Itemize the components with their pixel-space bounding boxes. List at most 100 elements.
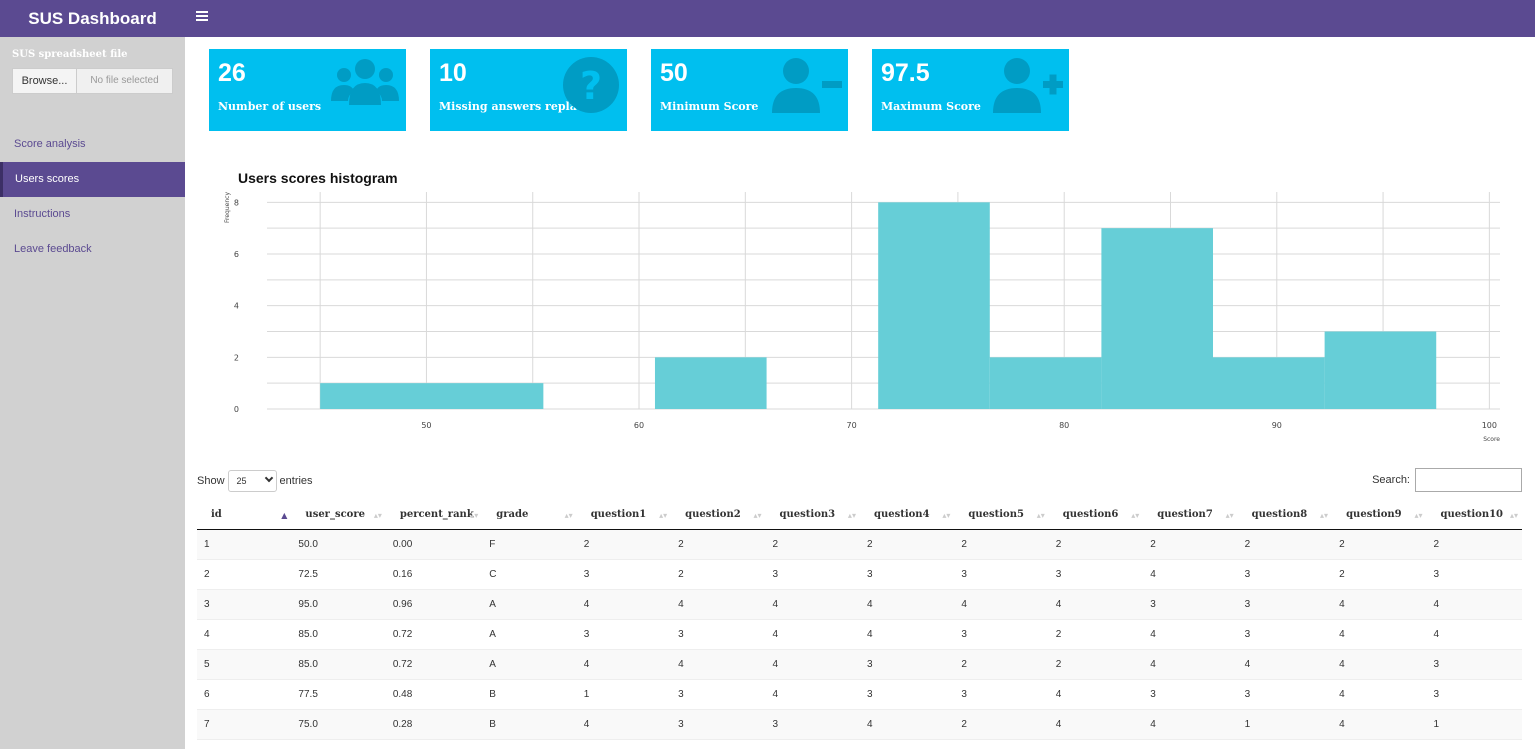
table-cell-question7: 3 [1143,679,1238,710]
table-cell-question8: 1 [1237,709,1333,740]
y-tick-label: 6 [234,250,239,259]
table-cell-question8: 4 [1237,649,1333,680]
page-length-select[interactable]: 25 [227,470,277,492]
x-tick-label: 60 [634,421,644,430]
table-cell-question7: 4 [1143,619,1238,650]
column-header-question3[interactable]: question3 ▴▾ [765,501,860,530]
column-header-question6[interactable]: question6 ▴▾ [1048,501,1144,530]
histogram-bar [1101,228,1214,409]
table-cell-user_score: 95.0 [291,589,386,620]
table-cell-question10: 3 [1426,559,1522,590]
table-cell-question5: 2 [954,529,1049,560]
table-cell-id: 3 [197,589,292,620]
table-cell-question5: 3 [954,559,1049,590]
column-header-label: question7 [1157,509,1213,521]
chevron-down-icon [264,473,273,483]
value-box-max: 97.5 Maximum Score [872,49,1069,131]
table-cell-question4: 4 [859,589,955,620]
sort-icon: ▴▾ [753,510,762,520]
table-cell-question9: 4 [1332,709,1427,740]
table-cell-question2: 4 [671,589,766,620]
users-scores-table: id ▲ user_score ▴▾ percent_rank ▴▾ grade ▴▾ ques… [197,501,1522,740]
y-tick-label: 8 [234,198,239,207]
table-cell-grade: A [482,619,577,650]
sidebar-item-leave-feedback[interactable]: Leave feedback [0,232,185,267]
sort-icon: ▴▾ [659,510,668,520]
sort-icon: ▴▾ [1320,510,1329,520]
table-cell-question10: 1 [1426,709,1522,740]
table-cell-question5: 3 [954,679,1049,710]
search-input[interactable] [1415,468,1522,492]
table-cell-question10: 4 [1426,619,1522,650]
table-cell-grade: A [482,589,577,620]
table-cell-question10: 3 [1426,649,1522,680]
histogram-bar [320,383,544,409]
y-axis-label: Frequency [224,192,231,223]
column-header-label: question9 [1346,509,1402,521]
column-header-question2[interactable]: question2 ▴▾ [671,501,766,530]
column-header-question1[interactable]: question1 ▴▾ [576,501,672,530]
chart-title: Users scores histogram [238,170,398,186]
users-scores-histogram: 0 2 4 6 8 50 60 70 80 90 100 Score Frequency [224,192,1500,443]
histogram-bar [989,357,1102,409]
table-cell-question2: 3 [671,619,766,650]
table-cell-question9: 4 [1332,649,1427,680]
column-header-question8[interactable]: question8 ▴▾ [1237,501,1333,530]
users-icon [331,59,399,105]
hamburger-icon[interactable] [196,9,210,27]
table-cell-question10: 4 [1426,589,1522,620]
table-cell-user_score: 85.0 [291,619,386,650]
table-row: 4 85.0 0.72 A 3 3 4 4 3 2 4 3 4 4 [197,619,1522,650]
column-header-label: id [211,509,222,521]
table-cell-percent_rank: 0.96 [385,589,483,620]
column-header-question9[interactable]: question9 ▴▾ [1332,501,1427,530]
table-cell-question9: 2 [1332,559,1427,590]
table-cell-grade: B [482,709,577,740]
table-cell-question5: 3 [954,619,1049,650]
table-cell-question1: 4 [576,709,672,740]
table-cell-grade: A [482,649,577,680]
column-header-grade[interactable]: grade ▴▾ [482,501,577,530]
table-cell-question5: 2 [954,709,1049,740]
table-cell-grade: C [482,559,577,590]
table-cell-grade: B [482,679,577,710]
column-header-id[interactable]: id ▲ [197,501,292,530]
sidebar-item-instructions[interactable]: Instructions [0,197,185,232]
browse-button[interactable]: Browse... [13,69,77,93]
value-box-value: 50 [660,59,688,87]
table-cell-user_score: 77.5 [291,679,386,710]
value-box-min: 50 Minimum Score [651,49,848,131]
sidebar-item-users-scores[interactable]: Users scores [0,162,185,197]
table-cell-question4: 4 [859,619,955,650]
file-upload-input[interactable]: Browse... No file selected [12,68,173,94]
table-cell-percent_rank: 0.16 [385,559,483,590]
value-box-label: Maximum Score [881,100,981,113]
table-cell-user_score: 72.5 [291,559,386,590]
table-cell-question8: 3 [1237,619,1333,650]
sidebar-item-score-analysis[interactable]: Score analysis [0,127,185,162]
table-cell-question1: 3 [576,619,672,650]
table-cell-question4: 3 [859,679,955,710]
table-cell-id: 6 [197,679,292,710]
table-cell-percent_rank: 0.72 [385,649,483,680]
table-cell-question1: 3 [576,559,672,590]
table-row: 7 75.0 0.28 B 4 3 3 4 2 4 4 1 4 1 [197,709,1522,740]
sort-icon: ▴▾ [564,510,573,520]
column-header-question10[interactable]: question10 ▴▾ [1426,501,1522,530]
table-cell-question1: 1 [576,679,672,710]
column-header-question7[interactable]: question7 ▴▾ [1143,501,1238,530]
histogram-bar [1324,331,1437,409]
column-header-question4[interactable]: question4 ▴▾ [859,501,955,530]
table-cell-question8: 2 [1237,529,1333,560]
table-cell-question8: 3 [1237,559,1333,590]
column-header-question5[interactable]: question5 ▴▾ [954,501,1049,530]
sidebar: SUS spreadsheet file Browse... No file s… [0,37,185,749]
table-cell-question6: 2 [1048,649,1144,680]
table-row: 5 85.0 0.72 A 4 4 4 3 2 2 4 4 4 3 [197,649,1522,680]
column-header-user_score[interactable]: user_score ▴▾ [291,501,386,530]
column-header-label: percent_rank [399,509,474,521]
column-header-percent_rank[interactable]: percent_rank ▴▾ [385,501,483,530]
table-cell-question7: 2 [1143,529,1238,560]
table-cell-question6: 3 [1048,559,1144,590]
y-tick-label: 2 [234,353,239,362]
